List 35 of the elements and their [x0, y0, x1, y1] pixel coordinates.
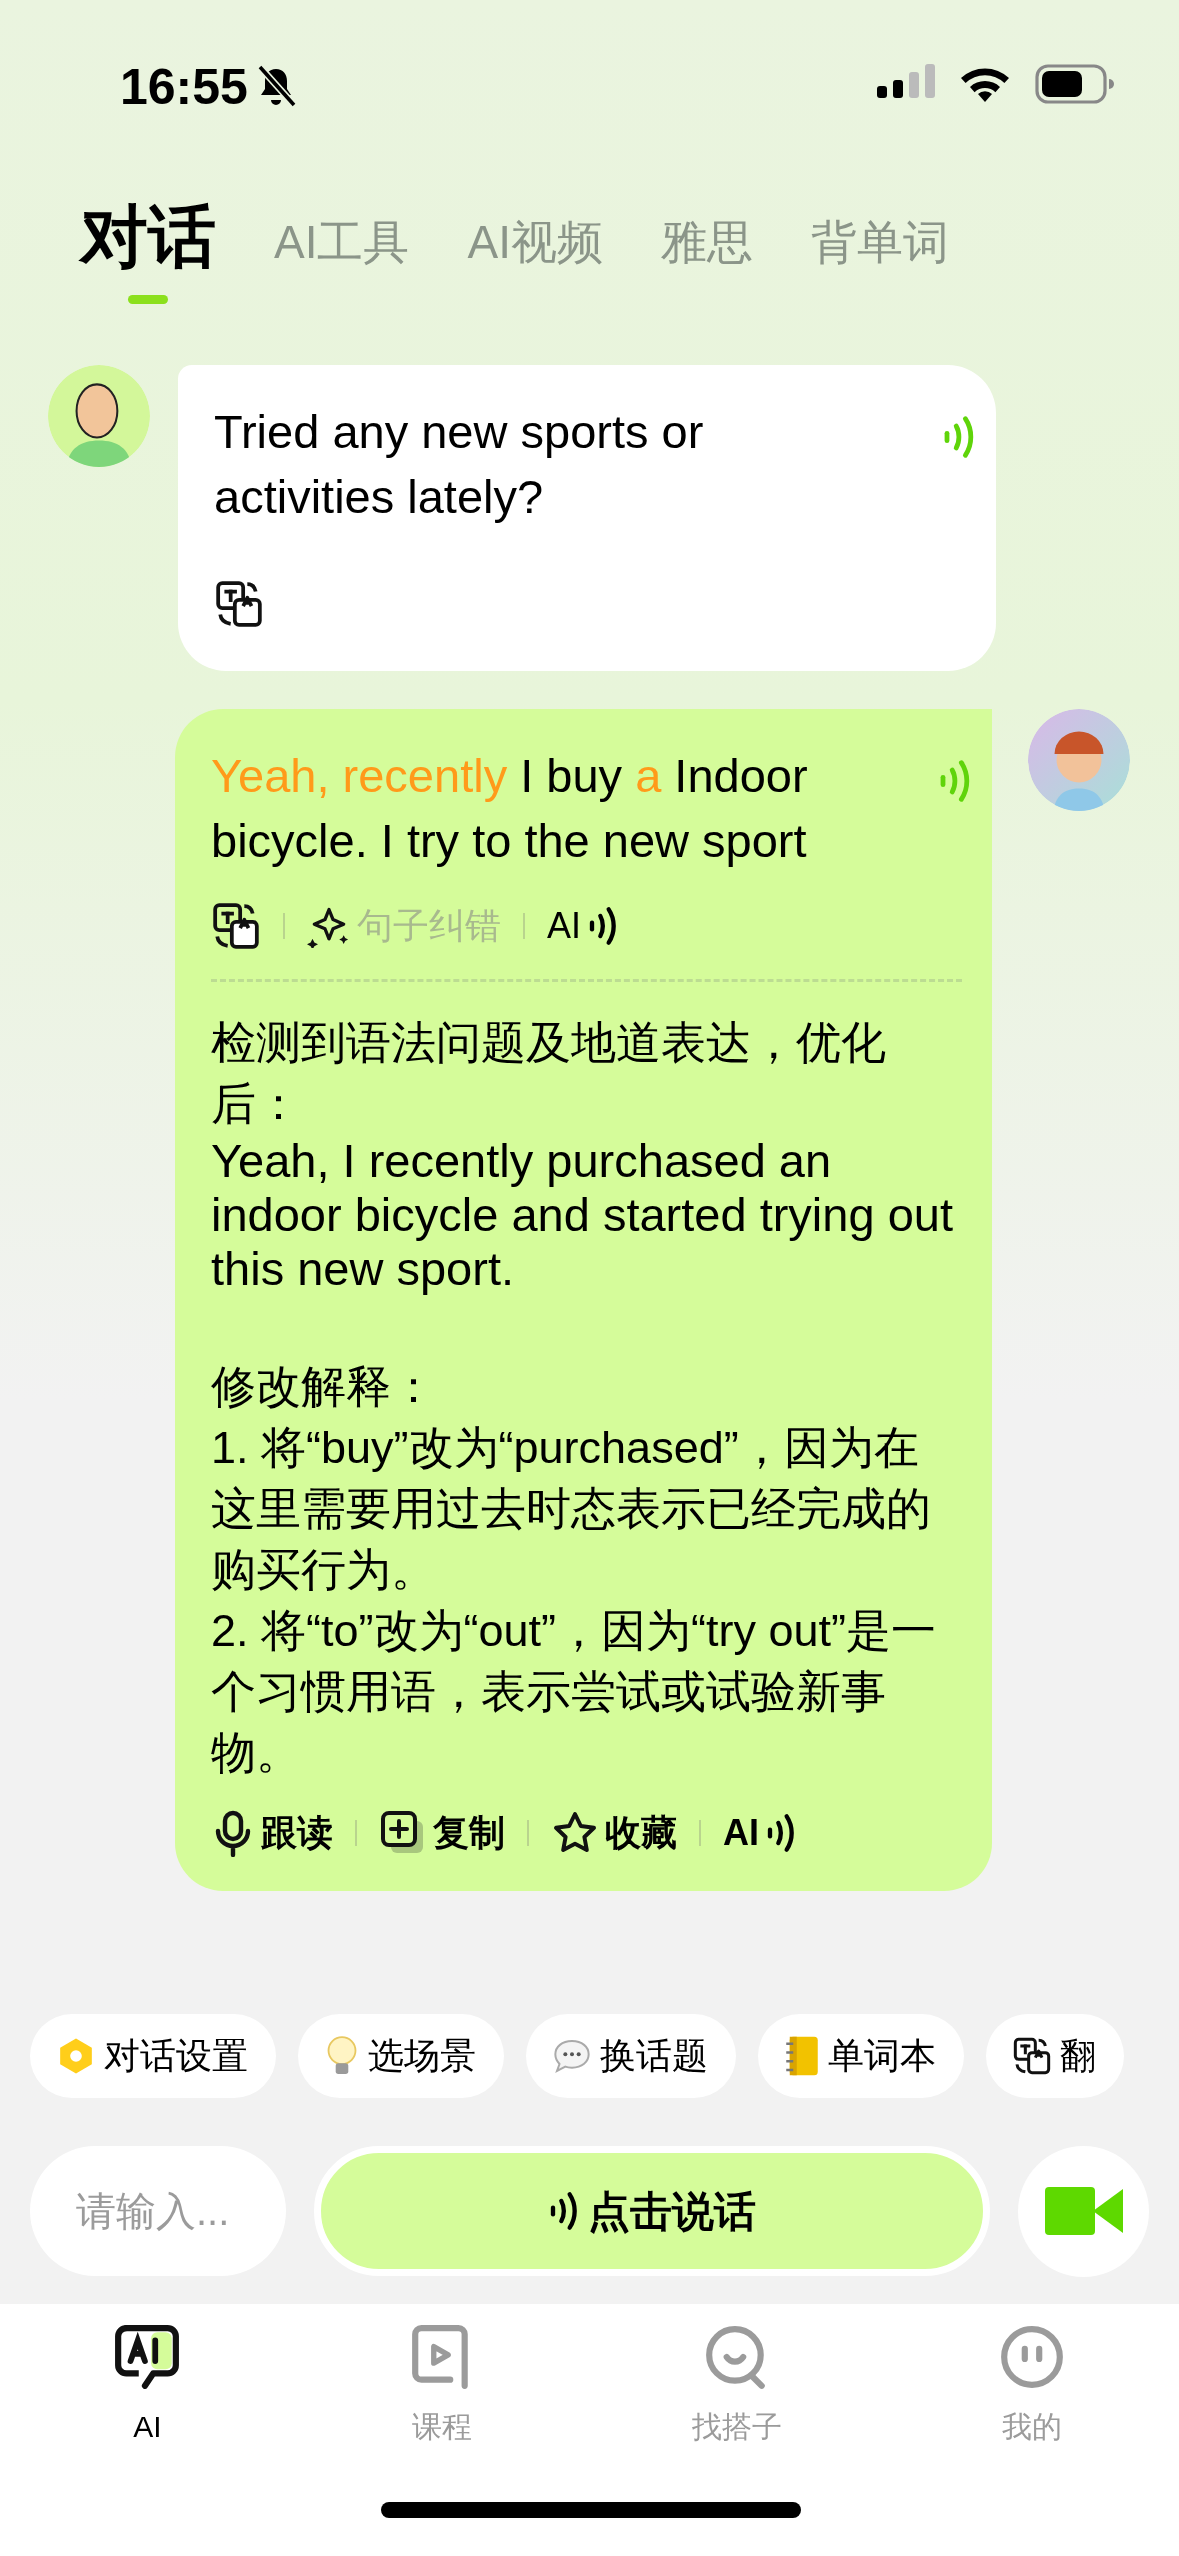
- chip-button[interactable]: 对话设置: [30, 2014, 276, 2098]
- favorite-button[interactable]: 收藏: [551, 1809, 677, 1857]
- ai-voice-button[interactable]: AI: [723, 1811, 795, 1855]
- chip-button[interactable]: 选场景: [298, 2014, 504, 2098]
- explanation-title: 修改解释：: [211, 1360, 437, 1414]
- sound-icon: [548, 2190, 578, 2232]
- sound-icon: [765, 1813, 795, 1853]
- video-camera-icon: [1044, 2185, 1123, 2237]
- sound-icon: [587, 906, 617, 946]
- translate-button[interactable]: [211, 901, 261, 951]
- notebook-icon: [784, 2035, 820, 2077]
- ai-voice-button[interactable]: AI: [547, 904, 617, 948]
- copy-button[interactable]: 复制: [379, 1809, 505, 1857]
- correction-heading: 检测到语法问题及地道表达，优化后：: [211, 1016, 887, 1131]
- corrected-sentence: Yeah, I recently purchased an indoor bicycle and started trying out this new sport.: [211, 1134, 954, 1296]
- clock-time: 16:55: [120, 58, 248, 117]
- translate-button[interactable]: [214, 579, 264, 629]
- chip-button[interactable]: 单词本: [758, 2014, 964, 2098]
- message-text: Yeah, recently I buy a Indoor bicycle. I try to the new sport: [211, 748, 809, 869]
- battery-icon: [1035, 64, 1115, 104]
- chip-button[interactable]: 换话题: [526, 2014, 736, 2098]
- chip-button[interactable]: 翻: [986, 2014, 1124, 2098]
- translate-icon: [211, 901, 261, 951]
- translate-icon: [214, 579, 264, 629]
- tab[interactable]: 对话: [80, 196, 216, 310]
- muted-bell-icon: [255, 65, 296, 109]
- chat-bubble-icon: [114, 2324, 181, 2392]
- explanation-item: 1. 将“buy”改为“purchased”，因为在这里需要用过去时态表示已经完成的购买行为。: [211, 1421, 932, 1597]
- translate-icon: [1012, 2036, 1052, 2076]
- talk-button[interactable]: 点击说话: [314, 2146, 990, 2276]
- explanation-item: 2. 将“to”改为“out”，因为“try out”是一个习惯用语，表示尝试或试验新事物。: [211, 1604, 938, 1780]
- message-text: Tried any new sports or activities lately?: [214, 404, 705, 525]
- text-input-field[interactable]: 请输入...: [30, 2146, 286, 2276]
- follow-read-button[interactable]: 跟读: [211, 1809, 333, 1857]
- nav-tab[interactable]: AI: [0, 2324, 295, 2474]
